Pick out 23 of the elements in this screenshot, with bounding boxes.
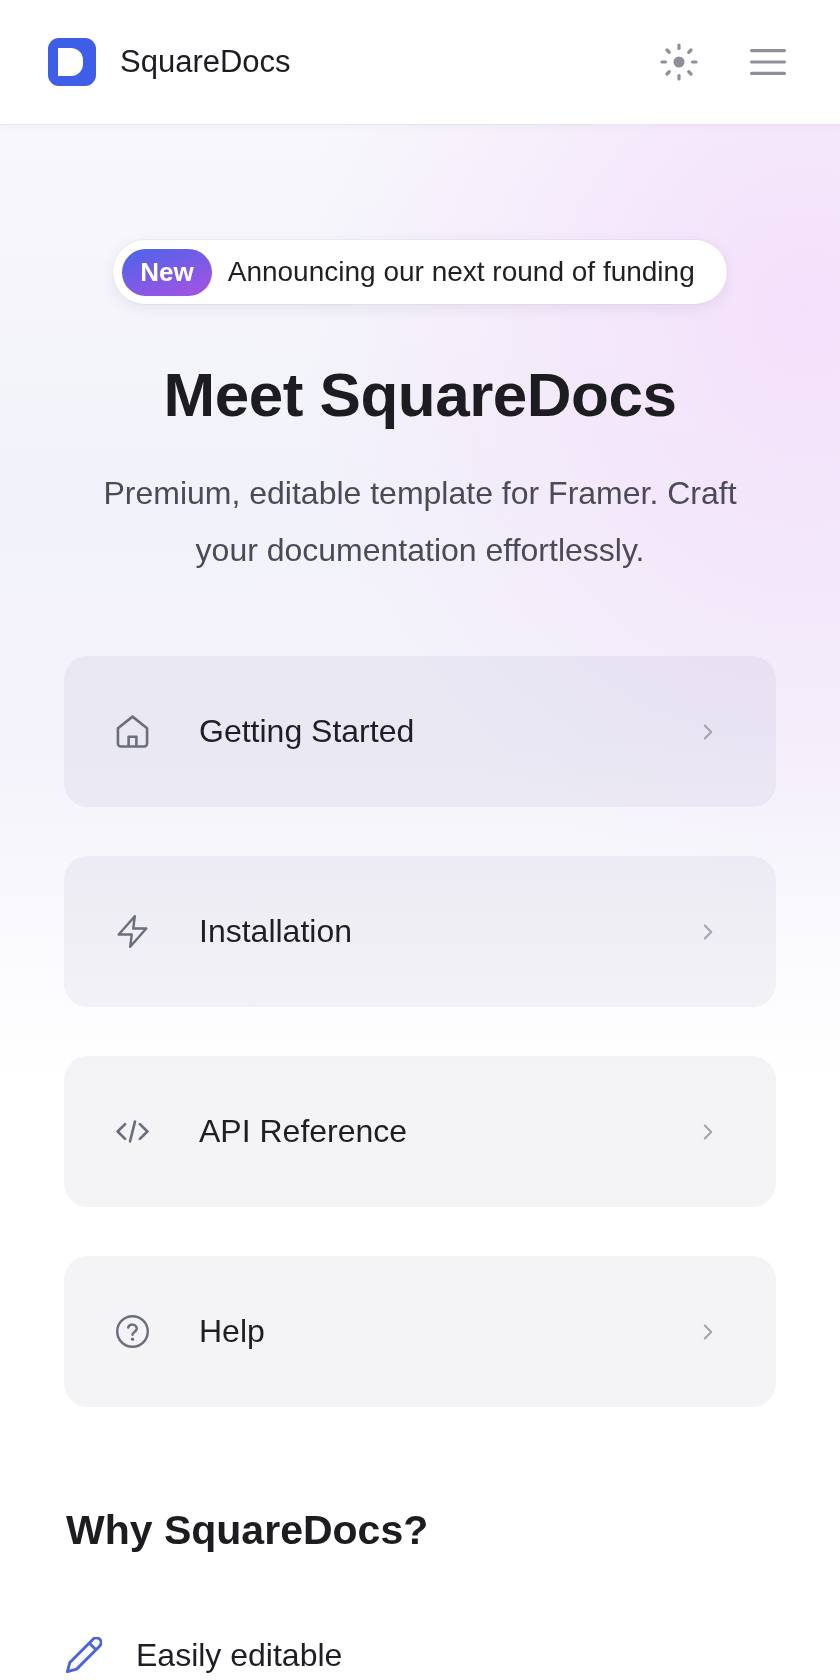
sun-icon[interactable] [660,43,698,81]
menu-icon[interactable] [750,49,786,75]
chevron-right-icon [703,1323,713,1340]
house-icon [116,715,149,748]
hero-title: Meet SquareDocs [162,359,678,431]
help-icon [116,1315,149,1348]
chevron-right-icon [703,923,713,940]
nav-card[interactable]: Help [64,1256,776,1407]
new-badge: New [122,248,212,296]
announcement-text: Announcing our next round of funding [227,256,695,288]
logo-icon[interactable] [48,38,96,86]
section-heading: Why SquareDocs? [66,1506,430,1555]
announcement-banner[interactable]: New Announcing our next round of funding [113,240,727,304]
hero-subtitle: Premium, editable template for Framer. Craft your documentation effortlessly. [102,474,738,570]
chevron-right-icon [703,1123,713,1140]
nav-card[interactable]: Installation [64,856,776,1007]
chevron-right-icon [703,723,713,740]
feature-title: Easily editable [136,1636,343,1674]
nav-card[interactable]: API Reference [64,1056,776,1207]
pencil-icon [66,1637,102,1673]
brand-name[interactable]: SquareDocs [120,44,291,80]
lightning-icon [116,915,149,948]
nav-card[interactable]: Getting Started [64,656,776,807]
